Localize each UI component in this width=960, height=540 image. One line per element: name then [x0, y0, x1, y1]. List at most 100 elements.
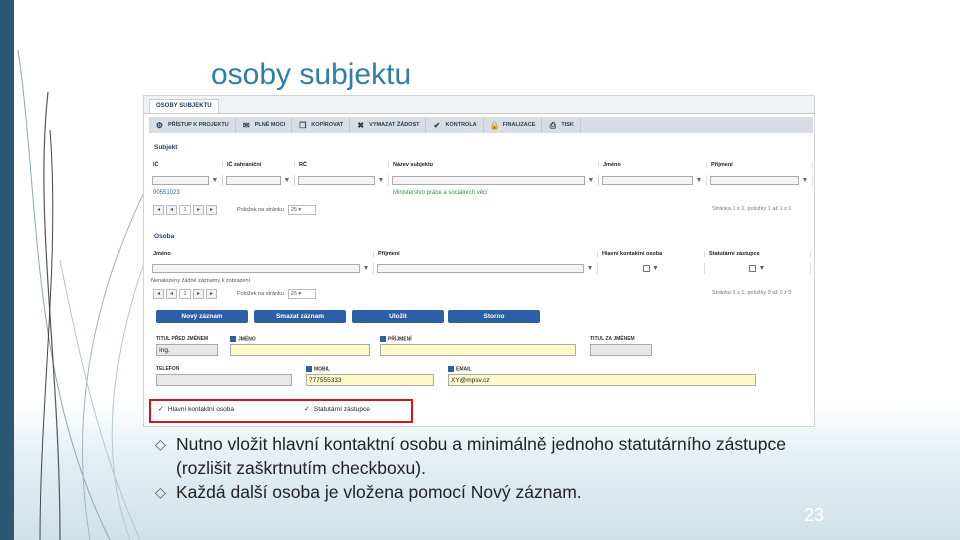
filter-input[interactable] — [226, 176, 281, 185]
filter-icon[interactable]: ▼ — [801, 177, 809, 184]
toolbar-print-button[interactable]: ⎙ TISK — [542, 117, 581, 133]
titul-za-field[interactable] — [590, 344, 652, 356]
cancel-button[interactable]: Storno — [448, 310, 540, 323]
filter-input[interactable] — [152, 176, 209, 185]
toolbar-delete-button[interactable]: ✖ VYMAZAT ŽÁDOST — [350, 117, 427, 133]
email-field[interactable]: XY@mpsv.cz — [448, 374, 756, 386]
filter-icon[interactable]: ▼ — [283, 177, 291, 184]
titul-pred-label: TITUL PŘED JMÉNEM — [156, 336, 209, 342]
ic-cell[interactable]: 00551023 — [149, 190, 389, 200]
column-header[interactable]: Příjmení — [374, 251, 598, 257]
filter-icon[interactable]: ▼ — [586, 265, 594, 272]
mobil-field[interactable]: 777555333 — [306, 374, 434, 386]
table-row[interactable]: 00551023 Ministerstvo práce a sociálních… — [149, 190, 813, 200]
column-header[interactable]: IČ zahraniční — [223, 162, 295, 168]
column-header[interactable]: IČ — [149, 162, 223, 168]
toolbar-label: VYMAZAT ŽÁDOST — [369, 122, 420, 128]
prijmeni-label: PŘÍJMENÍ — [380, 336, 412, 342]
checkbox-label: Statutární zástupce — [313, 405, 370, 413]
filter-input[interactable] — [377, 264, 584, 273]
statutarni-checkbox[interactable]: ✓ Statutární zástupce — [304, 405, 370, 414]
prev-page-icon[interactable]: ◂ — [166, 289, 177, 299]
filter-checkbox[interactable] — [642, 265, 650, 272]
titul-za-label: TITUL ZA JMÉNEM — [590, 336, 635, 342]
last-page-icon[interactable]: ▸ — [206, 289, 217, 299]
tab-osoby-subjektu[interactable]: OSOBY SUBJEKTU — [149, 99, 219, 113]
filter-input[interactable] — [602, 176, 693, 185]
toolbar-label: PLNÉ MOCI — [254, 122, 286, 128]
toolbar-plne-moci-button[interactable]: ✉ PLNÉ MOCI — [236, 117, 293, 133]
nazev-cell: Ministerstvo práce a sociálních věcí — [393, 190, 488, 196]
page-size-label: Položek na stránku — [237, 291, 284, 297]
toolbar-access-button[interactable]: ⚙ PŘÍSTUP K PROJEKTU — [149, 117, 236, 133]
subjekt-grid-header: IČ IČ zahraniční RČ Název subjektu Jméno… — [149, 162, 813, 168]
column-header[interactable]: Příjmení — [707, 162, 813, 168]
filter-input[interactable] — [298, 176, 375, 185]
delete-record-button[interactable]: Smazat záznam — [254, 310, 346, 323]
checkmark-icon: ✓ — [158, 406, 164, 413]
toolbar-copy-button[interactable]: ❐ KOPÍROVAT — [292, 117, 351, 133]
osoba-grid-header: Jméno Příjmení Hlavní kontaktní osoba St… — [149, 251, 813, 257]
filter-icon[interactable]: ▼ — [377, 177, 385, 184]
page-size-value: 25 — [290, 207, 297, 213]
titul-pred-field[interactable]: Ing. — [156, 344, 218, 356]
filter-icon[interactable]: ▼ — [695, 177, 703, 184]
page-number[interactable]: 1 — [179, 205, 191, 215]
column-header[interactable]: Jméno — [149, 251, 374, 257]
last-page-icon[interactable]: ▸ — [206, 205, 217, 215]
first-page-icon[interactable]: ◂ — [153, 289, 164, 299]
delete-icon: ✖ — [357, 120, 365, 130]
osoba-pager-summary: Stránka 1 z 1, položky 0 až 0 z 0 — [712, 290, 792, 296]
required-icon — [380, 336, 386, 342]
page-size-value: 25 — [290, 291, 297, 297]
toolbar-check-button[interactable]: ✔ KONTROLA — [426, 117, 484, 133]
telefon-label: TELEFON — [156, 366, 180, 372]
first-page-icon[interactable]: ◂ — [153, 205, 164, 215]
filter-icon[interactable]: ▼ — [211, 177, 219, 184]
new-record-button[interactable]: Nový záznam — [156, 310, 248, 323]
bullet-item: ◇ Každá další osoba je vložena pomocí No… — [155, 480, 815, 504]
filter-icon[interactable]: ▼ — [362, 265, 370, 272]
check-icon: ✔ — [433, 120, 441, 130]
filter-icon[interactable]: ▼ — [652, 265, 660, 272]
next-page-icon[interactable]: ▸ — [193, 205, 204, 215]
filter-input[interactable] — [710, 176, 799, 185]
save-button[interactable]: Uložit — [352, 310, 444, 323]
slide-title: osoby subjektu — [211, 58, 412, 91]
required-icon — [448, 366, 454, 372]
mobil-label: MOBIL — [306, 366, 330, 372]
hlavni-kontaktni-checkbox[interactable]: ✓ Hlavní kontaktní osoba — [158, 405, 234, 414]
bullet-text: Každá další osoba je vložena pomocí Nový… — [176, 482, 582, 502]
osoba-section-title: Osoba — [154, 233, 175, 240]
column-header[interactable]: Statutární zástupce — [705, 251, 811, 257]
print-icon: ⎙ — [549, 120, 557, 130]
prijmeni-field[interactable] — [380, 344, 576, 356]
toolbar-finalize-button[interactable]: 🔒 FINALIZACE — [484, 117, 543, 133]
filter-icon[interactable]: ▼ — [758, 265, 766, 272]
jmeno-label: JMÉNO — [230, 336, 256, 342]
toolbar-label: FINALIZACE — [502, 122, 536, 128]
slide-number: 23 — [804, 505, 825, 525]
column-header[interactable]: Hlavní kontaktní osoba — [598, 251, 705, 257]
checkbox-label: Hlavní kontaktní osoba — [167, 405, 234, 413]
filter-icon[interactable]: ▼ — [587, 177, 595, 184]
bullet-list: ◇ Nutno vložit hlavní kontaktní osobu a … — [155, 432, 815, 504]
toolbar-label: PŘÍSTUP K PROJEKTU — [168, 122, 229, 128]
page-number[interactable]: 1 — [179, 289, 191, 299]
subjekt-pager-summary: Stránka 1 z 1, položky 1 až 1 z 1 — [712, 206, 792, 212]
column-header[interactable]: Jméno — [599, 162, 707, 168]
column-header[interactable]: Název subjektu — [389, 162, 599, 168]
page-size-select[interactable]: 25 ▾ — [287, 205, 316, 215]
filter-checkbox[interactable] — [749, 265, 756, 272]
diamond-bullet-icon: ◇ — [155, 436, 166, 452]
jmeno-field[interactable] — [230, 344, 370, 356]
filter-input[interactable] — [152, 264, 360, 273]
next-page-icon[interactable]: ▸ — [193, 289, 204, 299]
left-accent-bar — [0, 0, 14, 540]
lock-icon: 🔒 — [489, 120, 500, 130]
filter-input[interactable] — [392, 176, 585, 185]
column-header[interactable]: RČ — [295, 162, 389, 168]
page-size-select[interactable]: 25 ▾ — [287, 289, 316, 299]
telefon-field[interactable] — [156, 374, 292, 386]
prev-page-icon[interactable]: ◂ — [166, 205, 177, 215]
